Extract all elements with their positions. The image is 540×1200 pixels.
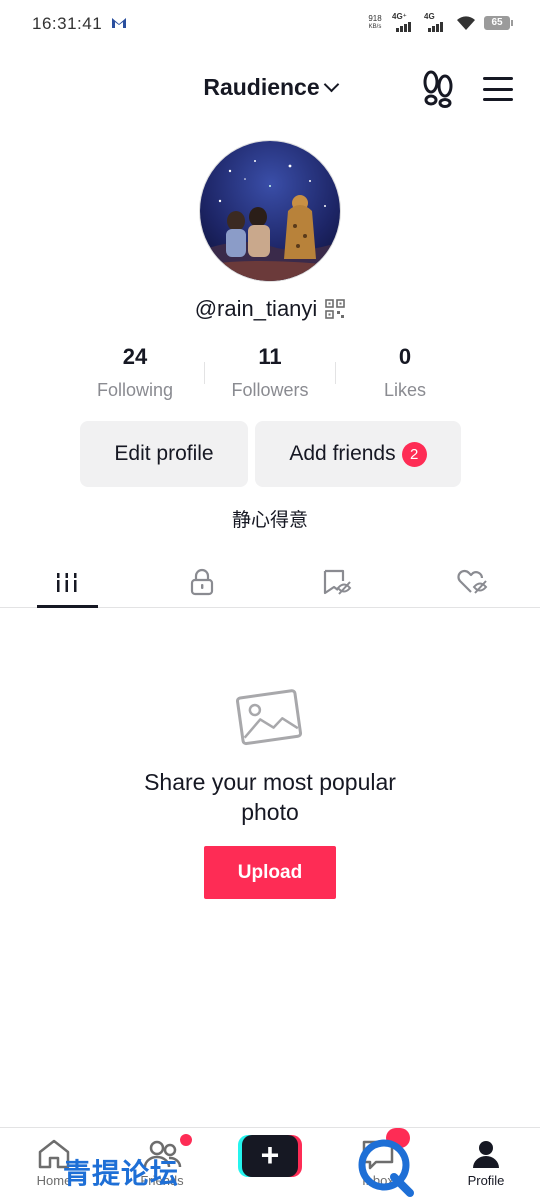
signal1-label: 4G⁺ — [392, 12, 407, 21]
avatar[interactable] — [199, 140, 341, 282]
stat-divider — [335, 362, 336, 384]
tab-liked[interactable] — [443, 556, 503, 608]
add-friends-label: Add friends — [289, 442, 396, 465]
network-speed: 918 KB/s — [366, 14, 384, 32]
watermark-text: 青提论坛 — [63, 1158, 180, 1189]
content-tabs — [0, 556, 540, 608]
grid-icon — [57, 573, 77, 592]
network-speed-value: 918 — [368, 14, 382, 23]
active-tab-indicator — [37, 605, 98, 608]
add-friends-button[interactable]: Add friends 2 — [255, 421, 461, 487]
avatar-image — [200, 141, 340, 281]
add-friends-badge: 2 — [401, 441, 427, 467]
friends-notification-dot — [180, 1134, 192, 1146]
status-indicators: 918 KB/s 4G⁺ 4G 65 — [366, 12, 513, 32]
following-count: 24 — [122, 344, 148, 369]
edit-profile-label: Edit profile — [114, 442, 214, 465]
empty-state-message: Share your most popular photo — [100, 767, 440, 827]
page-title: Raudience — [203, 74, 320, 100]
cell-signal-2-icon: 4G — [424, 12, 448, 32]
wifi-icon — [457, 16, 475, 30]
stat-followers[interactable]: 11 Followers — [205, 344, 335, 401]
tab-favorites[interactable] — [308, 556, 368, 608]
footprints-icon[interactable] — [421, 70, 455, 108]
gmail-notification-icon — [112, 18, 126, 28]
profile-stats: 24 Following 11 Followers 0 Likes — [70, 344, 470, 401]
lock-icon — [190, 568, 214, 596]
empty-state-line2: photo — [241, 799, 299, 825]
stat-divider — [204, 362, 205, 384]
stat-following[interactable]: 24 Following — [70, 344, 200, 401]
chevron-down-icon — [323, 76, 339, 93]
username: @rain_tianyi — [194, 296, 318, 321]
empty-state-line1: Share your most popular — [144, 769, 396, 795]
cell-signal-1-icon: 4G⁺ — [392, 12, 416, 32]
network-speed-unit: KB/s — [368, 24, 382, 30]
following-label: Following — [96, 380, 174, 400]
tab-private[interactable] — [172, 556, 232, 608]
photo-icon — [235, 689, 303, 746]
status-time: 16:31:41 — [32, 14, 103, 33]
likes-label: Likes — [383, 380, 427, 400]
stat-likes[interactable]: 0 Likes — [340, 344, 470, 401]
upload-button[interactable]: Upload — [204, 846, 336, 899]
tab-videos[interactable] — [37, 556, 97, 608]
watermark-logo-icon — [358, 1139, 414, 1197]
upload-label: Upload — [237, 861, 303, 883]
status-bar: 16:31:41 918 KB/s 4G⁺ 4G 65 — [0, 0, 540, 50]
profile-bio: 静心得意 — [231, 509, 308, 531]
hidden-bookmark-icon — [323, 569, 352, 595]
qr-code-icon[interactable] — [325, 299, 346, 319]
edit-profile-button[interactable]: Edit profile — [80, 421, 248, 487]
battery-icon: 65 — [484, 16, 513, 30]
menu-icon[interactable] — [483, 77, 513, 101]
account-switcher[interactable]: Raudience — [0, 74, 540, 101]
plus-icon: + — [242, 1135, 298, 1177]
hidden-heart-icon — [457, 569, 488, 594]
signal2-label: 4G — [424, 12, 435, 21]
likes-count: 0 — [398, 344, 412, 369]
followers-count: 11 — [258, 344, 282, 369]
followers-label: Followers — [231, 380, 309, 400]
create-button[interactable]: + — [238, 1135, 302, 1177]
